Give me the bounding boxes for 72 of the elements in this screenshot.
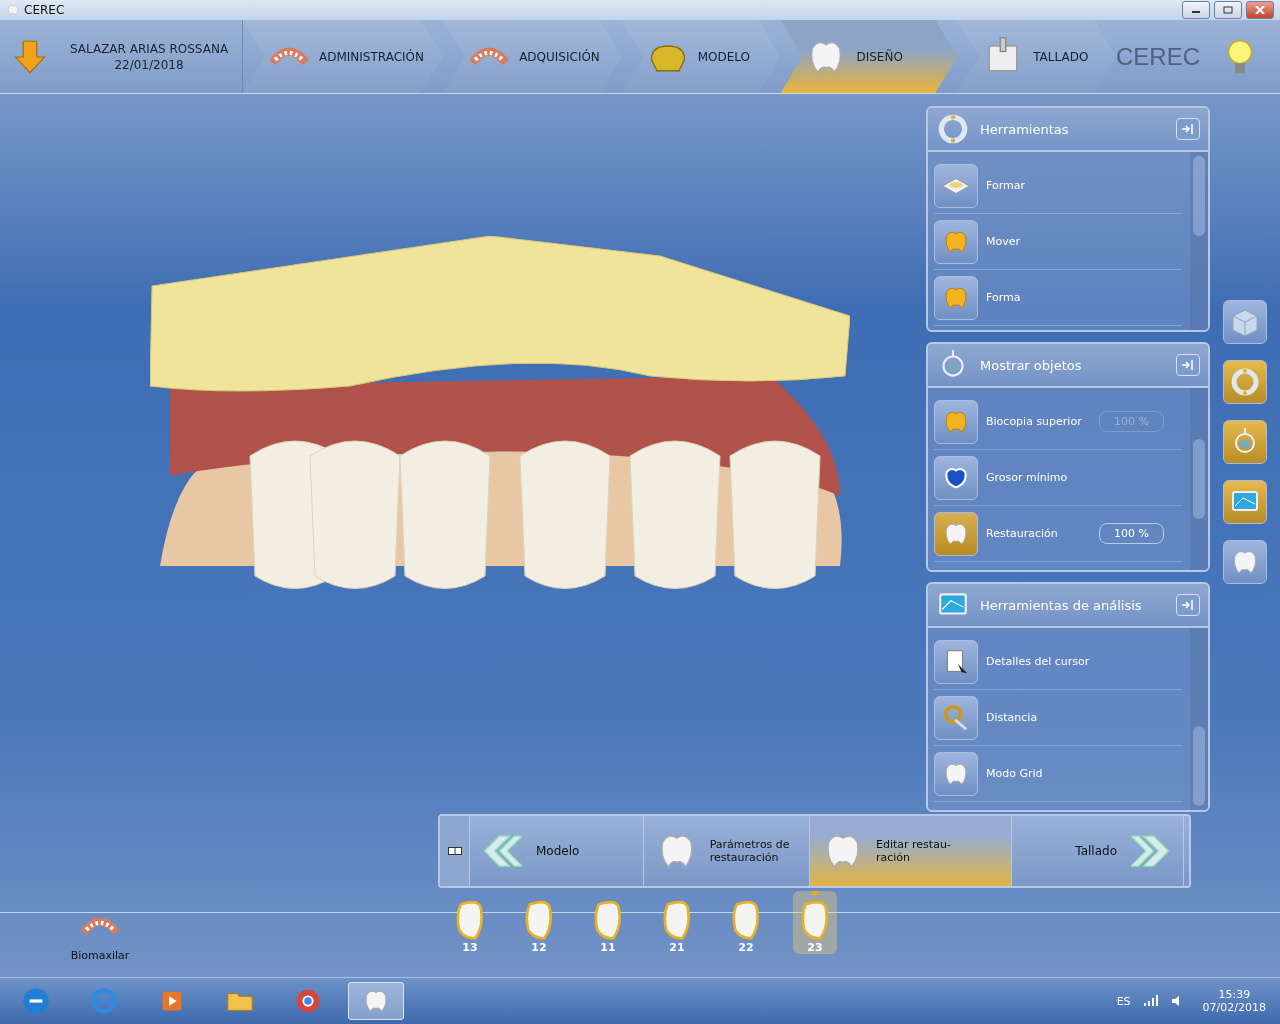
panel-title: Herramientas de análisis xyxy=(980,597,1143,613)
side-tool-button[interactable] xyxy=(1223,480,1267,524)
collapse-button[interactable] xyxy=(1176,594,1200,616)
patient-name: SALAZAR ARIAS ROSSANA xyxy=(69,41,229,56)
panel-title: Herramientas xyxy=(980,121,1070,137)
tool-icon-tile[interactable] xyxy=(934,639,978,684)
next-button[interactable]: Tallado xyxy=(1012,816,1184,886)
tool-item[interactable]: Grosor mínimo xyxy=(934,450,1182,506)
signal-icon xyxy=(1142,995,1159,1007)
window-title: CEREC xyxy=(24,3,66,17)
scrollbar[interactable] xyxy=(1190,388,1208,570)
tool-icon-tile[interactable] xyxy=(934,163,978,208)
collapse-button[interactable] xyxy=(1176,118,1200,140)
tooth-button[interactable]: 23 xyxy=(793,891,837,954)
tool-icon-tile[interactable] xyxy=(934,455,978,500)
minimize-button[interactable] xyxy=(1182,1,1210,19)
panel-toggle-icon xyxy=(447,847,462,855)
workflow-step-tab[interactable]: ADQUISICIÓN xyxy=(443,20,622,93)
workflow-step-tab[interactable]: TALLADO xyxy=(957,20,1116,93)
scrollbar[interactable] xyxy=(1190,152,1208,330)
collapse-icon xyxy=(1181,359,1195,371)
browser-icon xyxy=(89,986,119,1016)
tool-item[interactable]: Forma xyxy=(934,270,1182,326)
tool-item[interactable]: Detalles del cursor xyxy=(934,634,1182,690)
tooth-button[interactable]: 11 xyxy=(586,891,630,954)
panel-title: Mostrar objetos xyxy=(980,357,1083,373)
collapse-icon xyxy=(1181,599,1195,611)
collapse-icon xyxy=(1181,123,1195,135)
scrollbar[interactable] xyxy=(1190,628,1208,810)
tooth-button[interactable]: 21 xyxy=(655,891,699,954)
patient-date: 22/01/2018 xyxy=(114,57,184,72)
tool-item[interactable]: Mover xyxy=(934,214,1182,270)
toggle-button[interactable] xyxy=(440,816,470,886)
taskbar-app[interactable] xyxy=(348,982,404,1020)
tool-icon-tile[interactable] xyxy=(934,695,978,740)
back-button[interactable]: Modelo xyxy=(470,816,644,886)
tool-item[interactable]: Formar xyxy=(934,158,1182,214)
maximize-button[interactable] xyxy=(1214,1,1242,19)
tooth-button[interactable]: 13 xyxy=(448,891,492,954)
ring-icon xyxy=(1229,366,1261,398)
tool-icon-tile[interactable] xyxy=(934,219,978,264)
close-icon xyxy=(1255,6,1265,14)
tool-icon-tile[interactable] xyxy=(934,275,978,320)
tool-item[interactable]: Distancia xyxy=(934,690,1182,746)
tray-label: Biomaxilar xyxy=(70,949,130,962)
download-arrow-icon xyxy=(12,38,48,75)
tool-icon-tile[interactable] xyxy=(934,751,978,796)
tool-icon-tile[interactable] xyxy=(934,511,978,556)
side-tool-button[interactable] xyxy=(1223,540,1267,584)
clock[interactable]: 15:39 07/02/2018 xyxy=(1202,988,1266,1014)
app-icon xyxy=(6,3,20,17)
tooth-button[interactable]: 22 xyxy=(724,891,768,954)
maximize-icon xyxy=(1223,6,1233,14)
language-indicator[interactable]: ES xyxy=(1116,994,1131,1008)
workflow-step-tab[interactable]: MODELO xyxy=(621,20,781,93)
workflow-step-tab[interactable]: ADMINISTRACIÓN xyxy=(243,20,444,93)
side-tool-button[interactable] xyxy=(1223,360,1267,404)
tool-item[interactable]: Biocopia superior 100 % xyxy=(934,394,1182,450)
tooth-button[interactable]: 12 xyxy=(517,891,561,954)
collapse-button[interactable] xyxy=(1176,354,1200,376)
workflow-step[interactable]: Parámetros de restauración xyxy=(644,816,810,886)
tool-item[interactable]: Restauración 100 % xyxy=(934,506,1182,562)
tool-icon-tile[interactable] xyxy=(934,399,978,444)
workflow-step[interactable]: Editar restau-ración xyxy=(810,816,1012,886)
panel-icon xyxy=(936,112,970,146)
tool-item[interactable]: Modo Grid xyxy=(934,746,1182,802)
side-tool-button[interactable] xyxy=(1223,420,1267,464)
cerec-logo: CEREC xyxy=(1116,42,1200,71)
close-button[interactable] xyxy=(1246,1,1274,19)
side-tool-button[interactable] xyxy=(1223,300,1267,344)
workflow-step-tab[interactable]: DISEÑO xyxy=(780,20,958,93)
value-field[interactable]: 100 % xyxy=(1099,523,1164,544)
